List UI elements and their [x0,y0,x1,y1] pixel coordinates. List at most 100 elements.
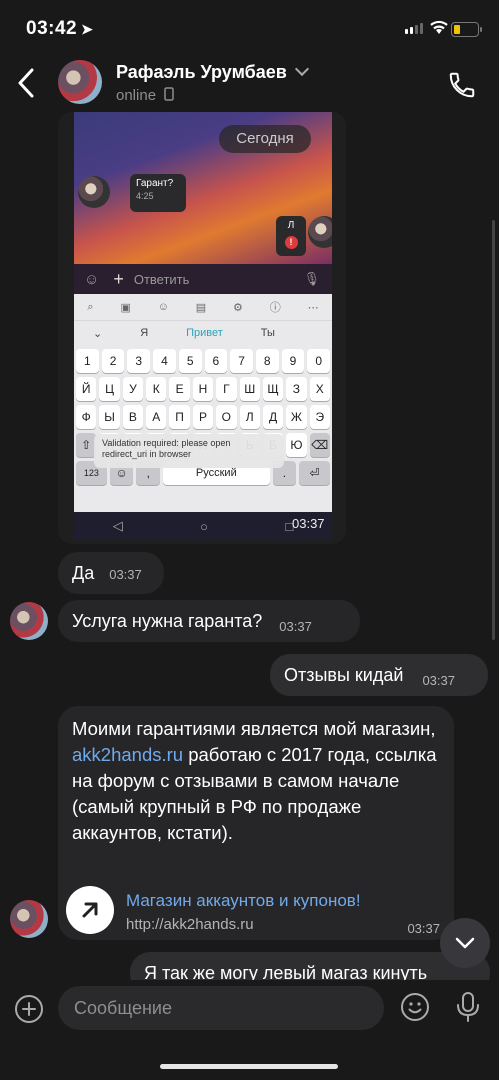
keyboard-key: Щ [262,377,284,401]
keyboard-key: О [216,405,237,429]
keyboard-suggestions: ⌄ Я Привет Ты [74,320,332,345]
keyboard-key: Е [169,377,190,401]
call-button[interactable] [447,70,477,100]
sender-avatar[interactable] [10,602,48,640]
mini-avatar-self [308,216,332,248]
keyboard-key: Ы [99,405,120,429]
header-avatar[interactable] [58,60,102,104]
link-preview-title[interactable]: Магазин аккаунтов и купонов! [126,888,361,914]
keyboard-key: Ш [239,377,260,401]
keyboard-key: К [146,377,167,401]
keyboard-key: 0 [307,349,331,373]
backspace-key-icon: ⌫ [309,433,330,457]
search-icon: ⌕ [87,300,94,313]
date-chip: Сегодня [219,125,311,153]
keyboard-image: ⌕ ▣ ☺ ▤ ⚙ ⓘ ⋯ ⌄ Я Привет Ты 1234567890 ЙЦУКЕНГ… [74,294,332,512]
message-time: 03:37 [422,673,455,688]
wifi-icon [429,19,449,40]
keyboard-key: Л [239,405,260,429]
clipboard-icon: ▤ [195,301,207,314]
suggestion: Привет [186,327,223,339]
keyboard-key: Х [309,377,330,401]
keyboard-key: Д [262,405,284,429]
mini-outgoing-message: Л ! [276,216,306,256]
scrollbar[interactable] [492,220,495,640]
message-in[interactable]: Да 03:37 [58,552,164,594]
emoji-icon: ☺ [84,270,100,288]
chat-wallpaper: Сегодня Гарант? 4:25 Л ! [74,112,332,264]
enter-key-icon: ⏎ [299,461,330,485]
keyboard-key: П [169,405,190,429]
message-time: 03:37 [109,567,142,582]
keyboard-key: Р [192,405,214,429]
chevron-left-icon [18,68,34,98]
settings-icon: ⚙ [233,301,243,314]
message-in[interactable]: Моими гарантиями является мой магазин, a… [58,706,454,940]
gif-icon: ▣ [120,301,131,314]
keyboard-key: 8 [255,349,279,373]
sender-avatar[interactable] [10,900,48,938]
mic-icon: 🎙 [303,271,320,286]
keyboard-row-2: ФЫВАПРОЛДЖЭ [74,405,332,429]
message-input[interactable]: Сообщение [58,986,384,1030]
keyboard-key: Й [76,377,97,401]
keyboard-key: Ц [99,377,120,401]
microphone-icon [457,992,479,1022]
back-button[interactable] [12,64,40,102]
message-out[interactable]: Отзывы кидай 03:37 [270,654,488,696]
signal-icon [405,23,423,34]
link-preview-url: http://akk2hands.ru [126,916,254,933]
scroll-down-button[interactable] [440,918,490,968]
mini-reply-bar: ☺ + Ответить 🎙 [74,264,332,294]
message-text: Отзывы кидай [284,665,404,685]
keyboard-key: 1 [76,349,99,373]
contact-name[interactable]: Рафаэль Урумбаев [116,61,309,83]
message-in[interactable]: Услуга нужна гаранта? 03:37 [58,600,360,642]
error-icon: ! [284,236,298,249]
plus-circle-icon [15,995,43,1023]
keyboard-key: 6 [204,349,228,373]
keyboard-row-numbers: 1234567890 [74,349,332,373]
keyboard-key: Ю [286,433,307,457]
collapse-icon: ⌄ [92,327,103,340]
plus-icon: + [113,268,124,289]
contact-name-text: Рафаэль Урумбаев [116,62,287,82]
contact-status: online [116,87,174,104]
keyboard-key: Н [192,377,214,401]
suggestion: Я [140,327,149,339]
validation-toast: Validation required: please open redirec… [94,434,284,468]
mini-avatar [78,176,110,208]
phone-icon [449,72,475,98]
location-arrow-icon: ➤ [81,21,94,37]
battery-icon [451,22,482,37]
mini-incoming-message: Гарант? 4:25 [130,174,186,212]
arrow-up-right-icon [82,902,98,918]
mini-out-text: Л [287,220,295,231]
mini-message-text: Гарант? [136,178,174,189]
photo-message[interactable]: Сегодня Гарант? 4:25 Л ! ☺ + Ответить 🎙 … [58,112,346,544]
smile-icon [401,993,429,1021]
status-time: 03:42 ➤ [26,18,94,39]
back-triangle-icon: ◁ [112,518,123,533]
more-icon: ⋯ [307,301,319,314]
keyboard-key: З [286,377,307,401]
keyboard-key: Г [216,377,237,401]
mini-reply-placeholder: Ответить [133,271,190,287]
emoji-button[interactable] [400,992,430,1027]
chevron-down-icon [455,937,475,949]
keyboard-key: 5 [178,349,202,373]
attach-button[interactable] [14,994,44,1029]
message-time: 03:37 [407,921,440,936]
message-link[interactable]: akk2hands.ru [72,744,183,765]
voice-button[interactable] [454,990,482,1029]
home-circle-icon: ○ [200,518,208,534]
photo-time: 03:37 [292,516,325,531]
message-text: Моими гарантиями является мой магазин, a… [72,718,437,843]
mini-message-time: 4:25 [136,191,154,201]
link-preview-button[interactable] [66,886,114,934]
keyboard-key: Ж [286,405,307,429]
home-indicator [160,1064,338,1069]
keyboard-key: У [122,377,144,401]
suggestion: Ты [260,327,275,339]
keyboard-key: 2 [101,349,125,373]
